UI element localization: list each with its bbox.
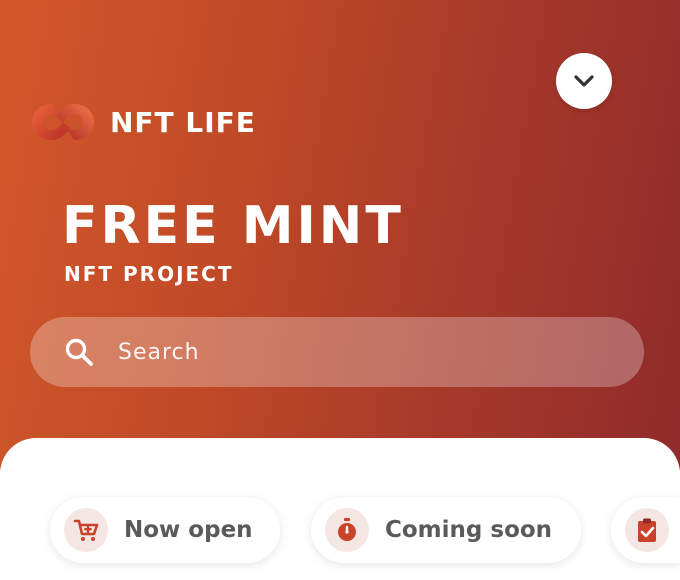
chevron-down-icon	[574, 75, 594, 87]
filter-chip-completed[interactable]	[611, 497, 680, 563]
filter-chip-now-open[interactable]: Now open	[50, 497, 280, 563]
brand-name: NFT LIFE	[110, 105, 256, 139]
infinity-logo-icon	[32, 104, 94, 140]
clipboard-check-icon	[625, 508, 669, 552]
hero-banner: NFT LIFE FREE MINT NFT PROJECT	[0, 0, 680, 470]
search-bar[interactable]	[30, 317, 644, 387]
filter-chip-label: Now open	[124, 517, 253, 543]
stopwatch-icon	[325, 508, 369, 552]
page-subtitle: NFT PROJECT	[64, 262, 234, 286]
search-icon	[65, 338, 93, 366]
filter-chip-coming-soon[interactable]: Coming soon	[311, 497, 581, 563]
dropdown-button[interactable]	[556, 53, 612, 109]
cart-plus-icon	[64, 508, 108, 552]
filter-chip-label: Coming soon	[385, 517, 553, 543]
brand-logo[interactable]: NFT LIFE	[30, 98, 256, 146]
page-title: FREE MINT	[62, 196, 404, 256]
search-input[interactable]	[116, 338, 600, 366]
